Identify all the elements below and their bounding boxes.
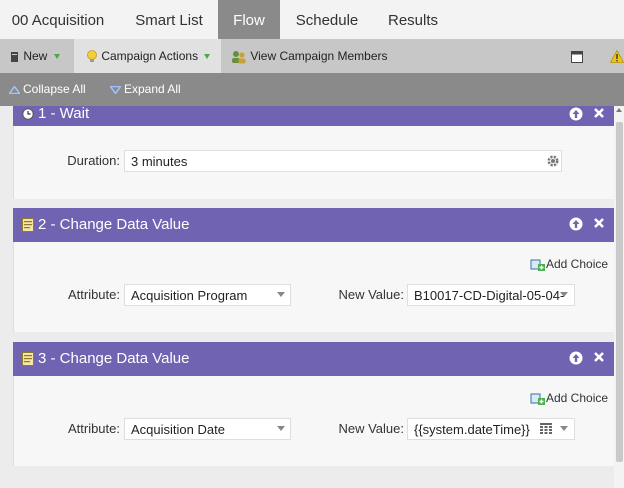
campaign-actions-label: Campaign Actions: [101, 49, 199, 63]
attribute-select[interactable]: Acquisition Date: [124, 418, 291, 440]
lightbulb-icon: [87, 49, 97, 62]
tab-bar: 00 Acquisition Smart List Flow Schedule …: [0, 0, 624, 40]
new-value-select[interactable]: B10017-CD-Digital-05-04-: [407, 284, 575, 306]
flow-step-header[interactable]: 1 - Wait: [13, 106, 614, 126]
warning-icon: [609, 49, 624, 64]
attribute-label: Attribute:: [67, 287, 120, 302]
step-title: 2 - Change Data Value: [38, 216, 190, 233]
chevron-down-icon: [204, 54, 211, 60]
toolbar: New Campaign Actions View Campaign Membe…: [0, 39, 624, 73]
add-choice-button[interactable]: Add Choice: [530, 256, 608, 272]
move-up-icon[interactable]: [569, 107, 583, 121]
chevron-down-icon: [53, 54, 60, 60]
campaign-actions-button[interactable]: Campaign Actions: [74, 39, 221, 73]
tab-schedule[interactable]: Schedule: [282, 0, 372, 39]
add-choice-label: Add Choice: [546, 391, 609, 405]
flow-step-body: Add Choice Attribute: Acquisition Progra…: [13, 242, 614, 332]
new-button[interactable]: New: [10, 39, 60, 73]
expand-all-label: Expand All: [124, 82, 181, 96]
data-value-icon: [22, 352, 34, 366]
vertical-scrollbar[interactable]: [614, 106, 624, 488]
document-icon: [11, 51, 18, 62]
add-choice-icon: [530, 259, 545, 271]
new-button-label: New: [23, 49, 48, 63]
step-title: 3 - Change Data Value: [38, 350, 190, 367]
chevron-down-icon: [560, 426, 568, 431]
tab-flow[interactable]: Flow: [218, 0, 280, 39]
scroll-up-icon[interactable]: [616, 108, 622, 112]
tab-results[interactable]: Results: [377, 0, 449, 39]
flow-step-header[interactable]: 3 - Change Data Value: [13, 342, 614, 376]
close-icon[interactable]: [593, 351, 605, 363]
warning-button[interactable]: [609, 39, 624, 73]
tab-program-name[interactable]: 00 Acquisition: [0, 0, 116, 39]
flow-canvas: 1 - Wait Duration: 3 minutes 2 - Change …: [0, 106, 614, 488]
attribute-select[interactable]: Acquisition Program: [124, 284, 291, 306]
data-value-icon: [22, 218, 34, 232]
add-choice-button[interactable]: Add Choice: [530, 390, 608, 406]
people-icon: [232, 50, 246, 64]
collapse-all-label: Collapse All: [23, 82, 86, 96]
scrollbar-thumb[interactable]: [616, 122, 623, 462]
chevron-down-icon: [277, 292, 285, 297]
flow-step-header[interactable]: 2 - Change Data Value: [13, 208, 614, 242]
duration-label: Duration:: [67, 153, 120, 168]
chevron-down-icon: [277, 426, 285, 431]
view-campaign-members-button[interactable]: View Campaign Members: [231, 39, 388, 73]
add-choice-icon: [530, 393, 545, 405]
window-button[interactable]: [571, 39, 583, 73]
expand-arrow-icon: [109, 85, 122, 95]
move-up-icon[interactable]: [569, 351, 583, 365]
window-icon: [571, 50, 583, 63]
view-campaign-members-label: View Campaign Members: [250, 49, 388, 63]
flow-step-body: Duration: 3 minutes: [13, 126, 614, 199]
expand-all-button[interactable]: Expand All: [109, 73, 181, 106]
add-choice-label: Add Choice: [546, 257, 609, 271]
clock-icon: [22, 108, 34, 120]
calendar-icon[interactable]: [540, 423, 552, 435]
flow-step-body: Add Choice Attribute: Acquisition Date N…: [13, 376, 614, 466]
new-value-label: New Value:: [338, 421, 404, 436]
attribute-label: Attribute:: [67, 421, 120, 436]
close-icon[interactable]: [593, 107, 605, 119]
tab-smart-list[interactable]: Smart List: [121, 0, 217, 39]
collapse-all-button[interactable]: Collapse All: [8, 73, 86, 106]
move-up-icon[interactable]: [569, 217, 583, 231]
collapse-arrow-icon: [8, 85, 21, 95]
close-icon[interactable]: [593, 217, 605, 229]
duration-field[interactable]: 3 minutes: [124, 150, 562, 172]
new-value-label: New Value:: [338, 287, 404, 302]
sub-toolbar: Collapse All Expand All: [0, 73, 624, 106]
chevron-down-icon: [560, 292, 568, 297]
gear-icon[interactable]: [546, 154, 560, 168]
